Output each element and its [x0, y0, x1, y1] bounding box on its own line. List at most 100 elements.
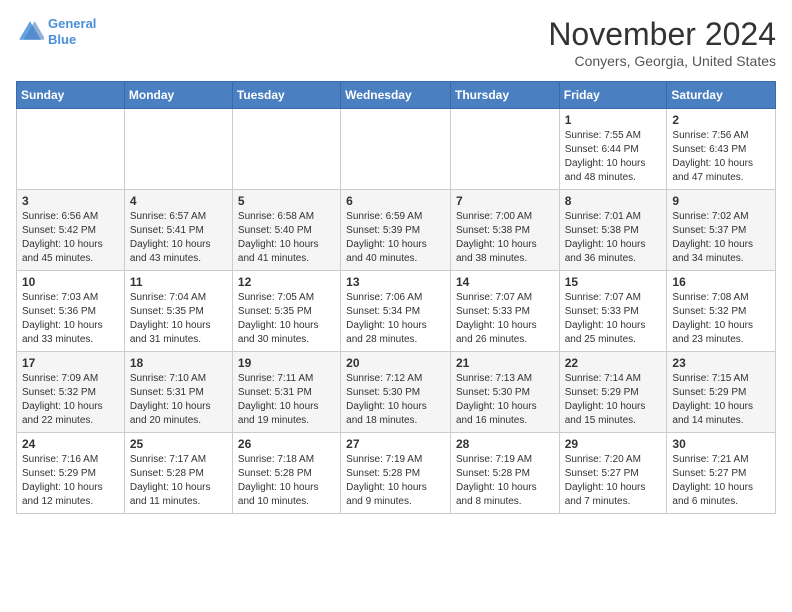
weekday-saturday: Saturday [667, 82, 776, 109]
day-info: Sunrise: 7:03 AM Sunset: 5:36 PM Dayligh… [22, 291, 119, 347]
day-info: Sunrise: 7:07 AM Sunset: 5:33 PM Dayligh… [565, 291, 662, 347]
day-number: 6 [346, 194, 445, 208]
day-cell: 8 Sunrise: 7:01 AM Sunset: 5:38 PM Daylig… [559, 190, 667, 271]
day-info: Sunrise: 7:20 AM Sunset: 5:27 PM Dayligh… [565, 453, 662, 509]
day-info: Sunrise: 7:05 AM Sunset: 5:35 PM Dayligh… [238, 291, 335, 347]
day-number: 5 [238, 194, 335, 208]
day-cell: 4Sunrise: 6:57 AM Sunset: 5:41 PM Daylig… [124, 190, 232, 271]
day-number: 22 [565, 356, 662, 370]
day-cell: 25 Sunrise: 7:17 AM Sunset: 5:28 PM Dayli… [124, 433, 232, 514]
day-cell: 17Sunrise: 7:09 AM Sunset: 5:32 PM Dayli… [17, 352, 125, 433]
week-row-1: 3 Sunrise: 6:56 AM Sunset: 5:42 PM Daylig… [17, 190, 776, 271]
day-cell: 15 Sunrise: 7:07 AM Sunset: 5:33 PM Dayli… [559, 271, 667, 352]
day-number: 19 [238, 356, 335, 370]
day-cell: 13Sunrise: 7:06 AM Sunset: 5:34 PM Dayli… [341, 271, 451, 352]
day-number: 4 [130, 194, 227, 208]
day-info: Sunrise: 7:17 AM Sunset: 5:28 PM Dayligh… [130, 453, 227, 509]
day-number: 24 [22, 437, 119, 451]
day-cell: 12 Sunrise: 7:05 AM Sunset: 5:35 PM Dayli… [232, 271, 340, 352]
weekday-header-row: SundayMondayTuesdayWednesdayThursdayFrid… [17, 82, 776, 109]
day-cell: 23 Sunrise: 7:15 AM Sunset: 5:29 PM Dayli… [667, 352, 776, 433]
day-number: 15 [565, 275, 662, 289]
weekday-friday: Friday [559, 82, 667, 109]
day-number: 26 [238, 437, 335, 451]
day-cell: 20Sunrise: 7:12 AM Sunset: 5:30 PM Dayli… [341, 352, 451, 433]
day-number: 8 [565, 194, 662, 208]
day-info: Sunrise: 7:19 AM Sunset: 5:28 PM Dayligh… [456, 453, 554, 509]
page-header: General Blue November 2024 Conyers, Geor… [16, 16, 776, 69]
day-cell: 16Sunrise: 7:08 AM Sunset: 5:32 PM Dayli… [667, 271, 776, 352]
day-cell: 6 Sunrise: 6:59 AM Sunset: 5:39 PM Daylig… [341, 190, 451, 271]
day-info: Sunrise: 7:16 AM Sunset: 5:29 PM Dayligh… [22, 453, 119, 509]
day-info: Sunrise: 7:07 AM Sunset: 5:33 PM Dayligh… [456, 291, 554, 347]
day-info: Sunrise: 7:11 AM Sunset: 5:31 PM Dayligh… [238, 372, 335, 428]
day-number: 23 [672, 356, 770, 370]
day-info: Sunrise: 7:55 AM Sunset: 6:44 PM Dayligh… [565, 129, 662, 185]
day-info: Sunrise: 7:15 AM Sunset: 5:29 PM Dayligh… [672, 372, 770, 428]
day-number: 27 [346, 437, 445, 451]
day-info: Sunrise: 7:18 AM Sunset: 5:28 PM Dayligh… [238, 453, 335, 509]
week-row-0: 1 Sunrise: 7:55 AM Sunset: 6:44 PM Daylig… [17, 109, 776, 190]
day-cell: 9 Sunrise: 7:02 AM Sunset: 5:37 PM Daylig… [667, 190, 776, 271]
day-info: Sunrise: 7:10 AM Sunset: 5:31 PM Dayligh… [130, 372, 227, 428]
weekday-wednesday: Wednesday [341, 82, 451, 109]
day-number: 9 [672, 194, 770, 208]
day-cell: 28Sunrise: 7:19 AM Sunset: 5:28 PM Dayli… [450, 433, 559, 514]
day-cell [232, 109, 340, 190]
day-info: Sunrise: 7:21 AM Sunset: 5:27 PM Dayligh… [672, 453, 770, 509]
day-cell: 10Sunrise: 7:03 AM Sunset: 5:36 PM Dayli… [17, 271, 125, 352]
day-cell: 19 Sunrise: 7:11 AM Sunset: 5:31 PM Dayli… [232, 352, 340, 433]
day-info: Sunrise: 7:02 AM Sunset: 5:37 PM Dayligh… [672, 210, 770, 266]
title-block: November 2024 Conyers, Georgia, United S… [548, 16, 776, 69]
day-info: Sunrise: 7:06 AM Sunset: 5:34 PM Dayligh… [346, 291, 445, 347]
day-cell: 26 Sunrise: 7:18 AM Sunset: 5:28 PM Dayli… [232, 433, 340, 514]
weekday-monday: Monday [124, 82, 232, 109]
day-cell: 27 Sunrise: 7:19 AM Sunset: 5:28 PM Dayli… [341, 433, 451, 514]
day-number: 3 [22, 194, 119, 208]
day-info: Sunrise: 7:01 AM Sunset: 5:38 PM Dayligh… [565, 210, 662, 266]
week-row-2: 10Sunrise: 7:03 AM Sunset: 5:36 PM Dayli… [17, 271, 776, 352]
day-cell [17, 109, 125, 190]
day-cell: 11Sunrise: 7:04 AM Sunset: 5:35 PM Dayli… [124, 271, 232, 352]
weekday-sunday: Sunday [17, 82, 125, 109]
month-title: November 2024 [548, 16, 776, 53]
day-number: 25 [130, 437, 227, 451]
day-number: 21 [456, 356, 554, 370]
day-number: 30 [672, 437, 770, 451]
day-cell: 7 Sunrise: 7:00 AM Sunset: 5:38 PM Daylig… [450, 190, 559, 271]
week-row-4: 24 Sunrise: 7:16 AM Sunset: 5:29 PM Dayli… [17, 433, 776, 514]
logo-line2: Blue [48, 32, 76, 47]
day-cell: 29 Sunrise: 7:20 AM Sunset: 5:27 PM Dayli… [559, 433, 667, 514]
location: Conyers, Georgia, United States [548, 53, 776, 69]
day-info: Sunrise: 7:08 AM Sunset: 5:32 PM Dayligh… [672, 291, 770, 347]
weekday-thursday: Thursday [450, 82, 559, 109]
day-number: 12 [238, 275, 335, 289]
day-number: 29 [565, 437, 662, 451]
day-info: Sunrise: 7:04 AM Sunset: 5:35 PM Dayligh… [130, 291, 227, 347]
day-info: Sunrise: 7:00 AM Sunset: 5:38 PM Dayligh… [456, 210, 554, 266]
day-cell: 18 Sunrise: 7:10 AM Sunset: 5:31 PM Dayli… [124, 352, 232, 433]
day-cell: 21Sunrise: 7:13 AM Sunset: 5:30 PM Dayli… [450, 352, 559, 433]
day-info: Sunrise: 7:56 AM Sunset: 6:43 PM Dayligh… [672, 129, 770, 185]
calendar: SundayMondayTuesdayWednesdayThursdayFrid… [16, 81, 776, 514]
day-cell: 3 Sunrise: 6:56 AM Sunset: 5:42 PM Daylig… [17, 190, 125, 271]
day-number: 18 [130, 356, 227, 370]
day-cell: 5Sunrise: 6:58 AM Sunset: 5:40 PM Daylig… [232, 190, 340, 271]
day-cell [450, 109, 559, 190]
day-number: 2 [672, 113, 770, 127]
logo-line1: General [48, 16, 96, 31]
logo-icon [16, 18, 44, 46]
day-cell: 30 Sunrise: 7:21 AM Sunset: 5:27 PM Dayli… [667, 433, 776, 514]
day-cell: 24 Sunrise: 7:16 AM Sunset: 5:29 PM Dayli… [17, 433, 125, 514]
day-cell: 1 Sunrise: 7:55 AM Sunset: 6:44 PM Daylig… [559, 109, 667, 190]
day-info: Sunrise: 6:56 AM Sunset: 5:42 PM Dayligh… [22, 210, 119, 266]
day-info: Sunrise: 6:59 AM Sunset: 5:39 PM Dayligh… [346, 210, 445, 266]
weekday-tuesday: Tuesday [232, 82, 340, 109]
day-number: 1 [565, 113, 662, 127]
day-info: Sunrise: 7:19 AM Sunset: 5:28 PM Dayligh… [346, 453, 445, 509]
day-number: 7 [456, 194, 554, 208]
day-info: Sunrise: 7:12 AM Sunset: 5:30 PM Dayligh… [346, 372, 445, 428]
day-cell: 2 Sunrise: 7:56 AM Sunset: 6:43 PM Daylig… [667, 109, 776, 190]
day-cell: 22Sunrise: 7:14 AM Sunset: 5:29 PM Dayli… [559, 352, 667, 433]
logo-text: General Blue [48, 16, 96, 47]
